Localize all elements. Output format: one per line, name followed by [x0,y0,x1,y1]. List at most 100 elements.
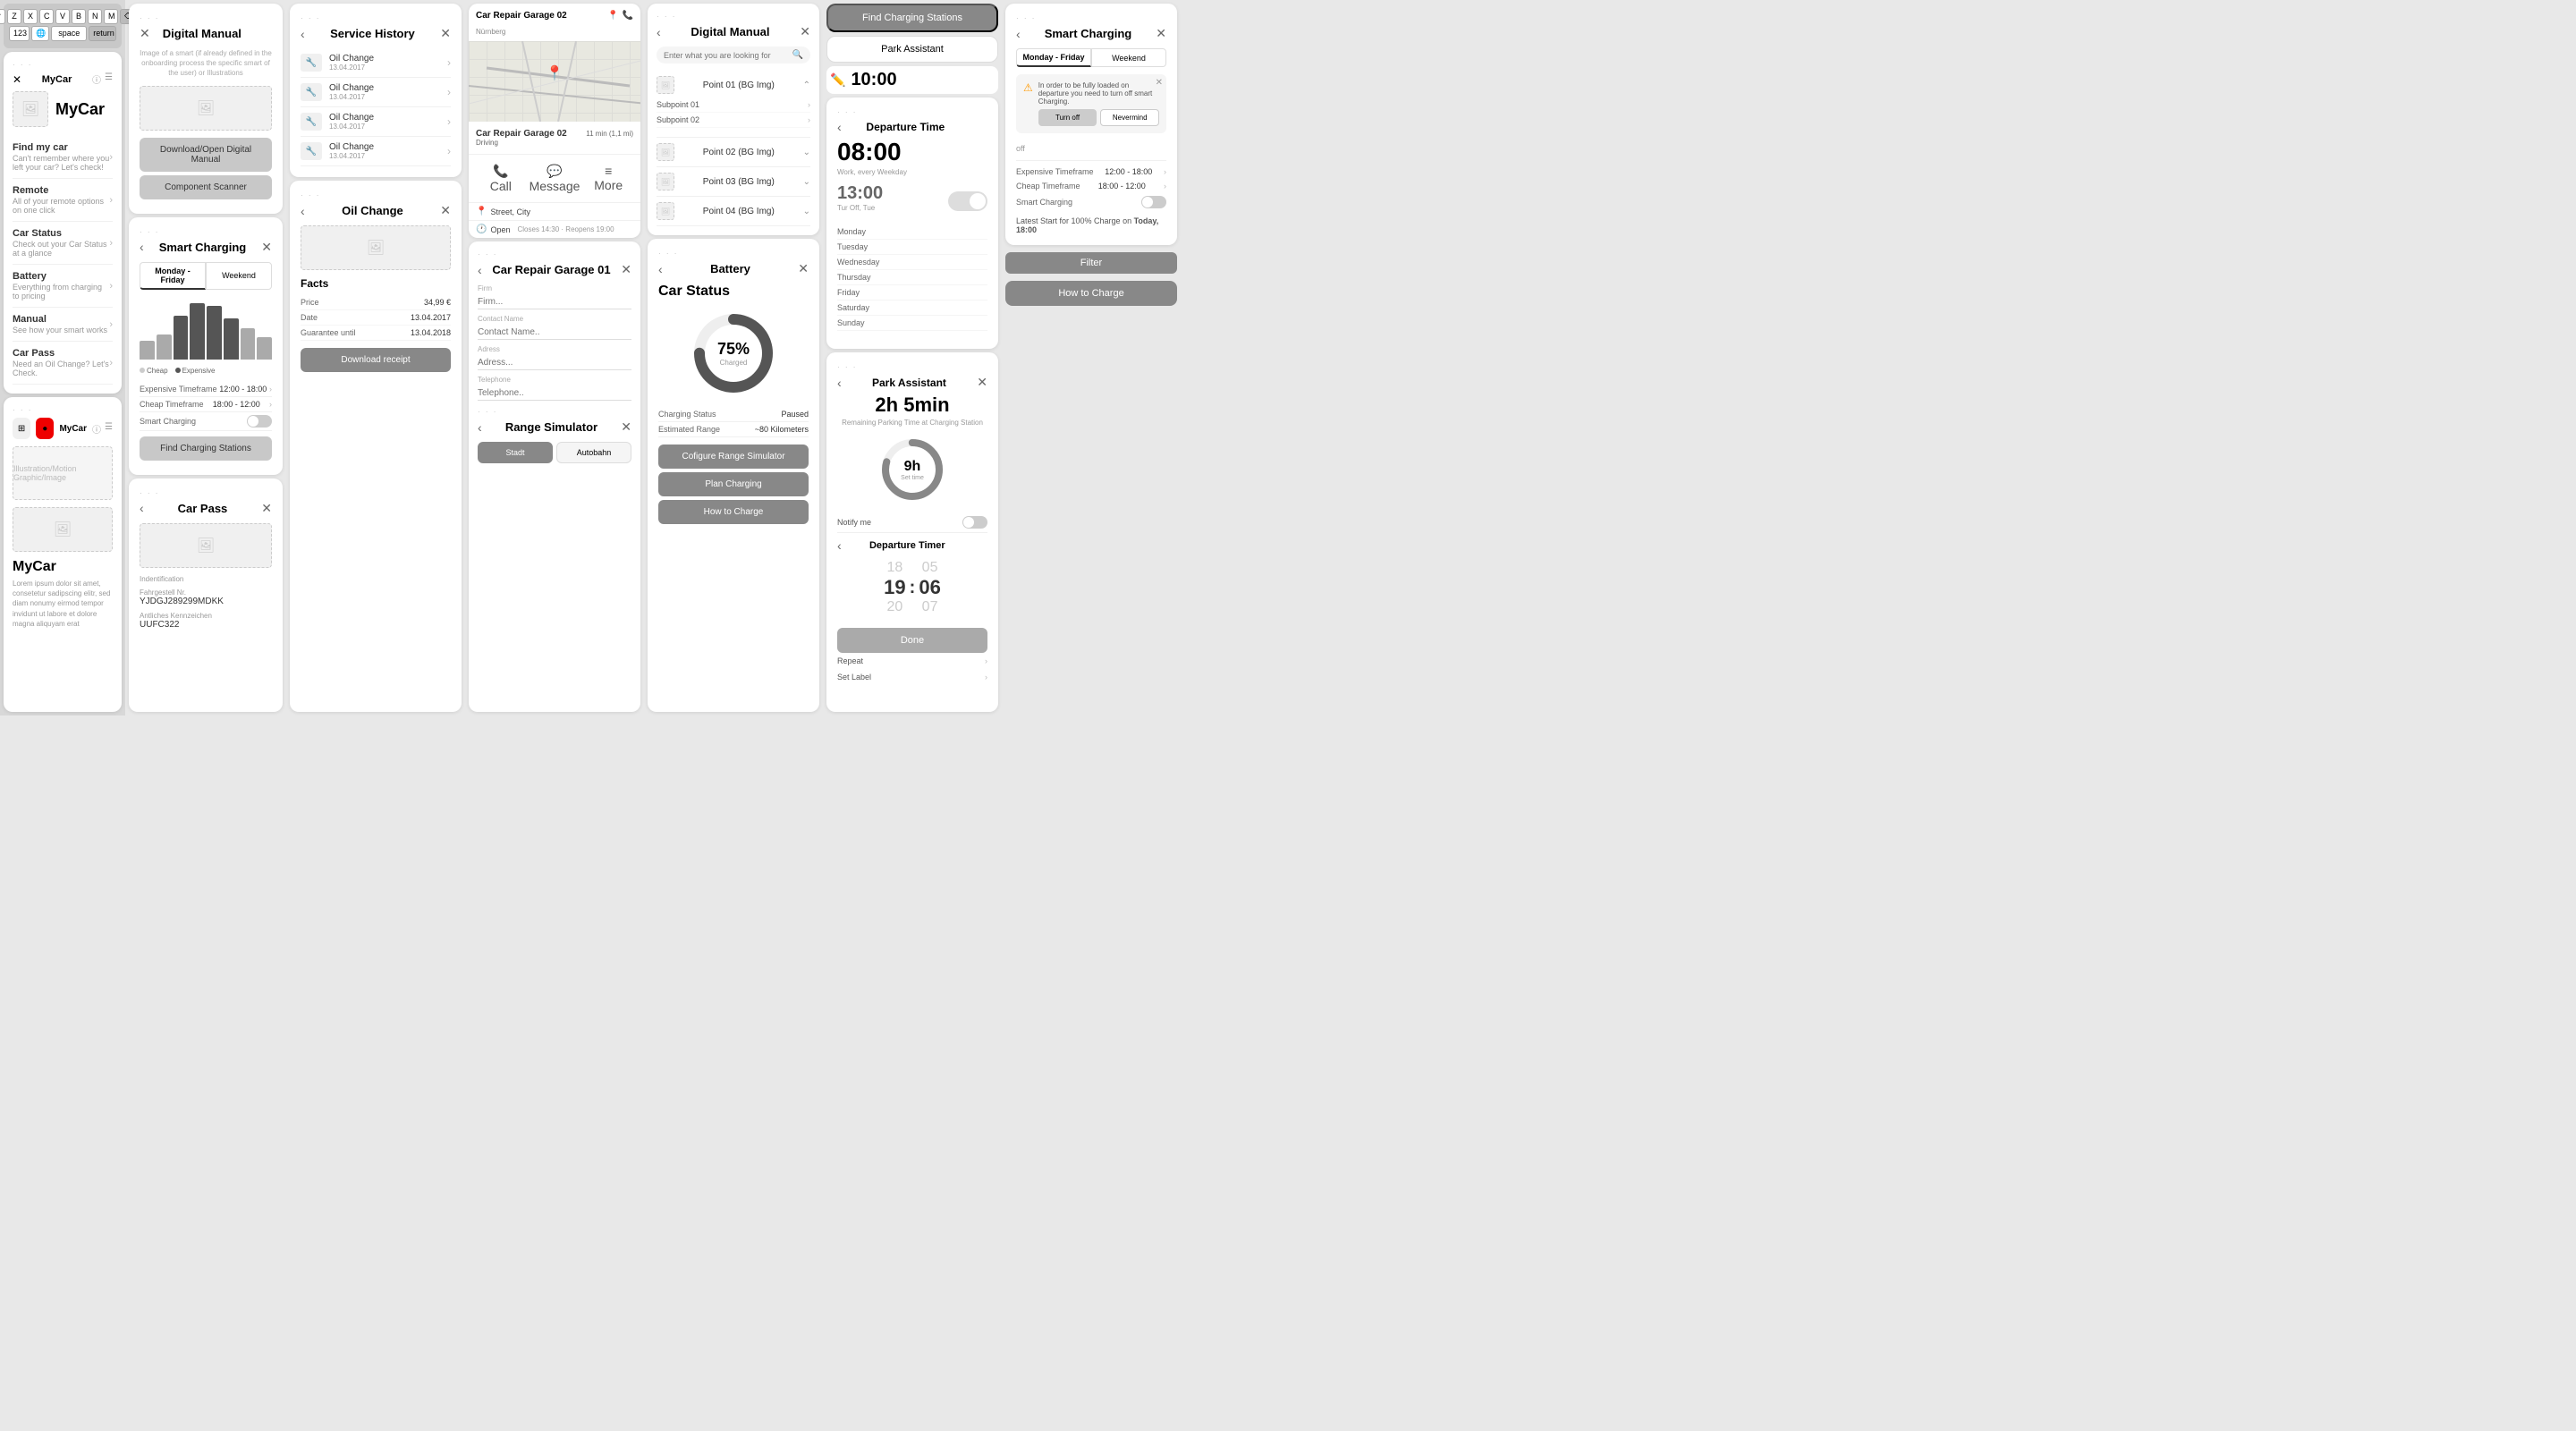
filter-bar[interactable]: Filter [1005,252,1177,274]
cp-back-icon[interactable]: ‹ [140,501,144,515]
key-x[interactable]: X [23,9,38,24]
dm-close-icon[interactable]: ✕ [140,26,150,41]
key-m[interactable]: M [104,9,118,24]
rs-btn-autobahn[interactable]: Autobahn [556,442,631,463]
oc-close-icon[interactable]: ✕ [440,203,451,218]
sh-item-2[interactable]: 🔧 Oil Change 13.04.2017 › [301,78,451,107]
accordion-header-03[interactable]: 🖼 Point 03 (BG Img) ⌄ [657,173,810,191]
rs-back-icon[interactable]: ‹ [478,420,482,435]
call-action[interactable]: 📞 Call [476,160,526,197]
dep-timer-back[interactable]: ‹ [837,538,842,553]
btn-download-receipt[interactable]: Download receipt [301,348,451,372]
key-z[interactable]: Z [7,9,21,24]
app-icon-red[interactable]: ● [36,418,54,439]
sc2-back-icon[interactable]: ‹ [1016,27,1021,41]
key-globe[interactable]: 🌐 [31,26,49,41]
btn-turn-off[interactable]: Turn off [1038,109,1097,126]
key-123[interactable]: 123 [9,26,30,41]
day-sunday[interactable]: Sunday [837,316,987,331]
sc2-tab-weekday[interactable]: Monday - Friday [1016,48,1091,67]
menu-manual[interactable]: Manual See how your smart works › [13,308,113,342]
cr-telephone-input[interactable] [478,386,631,401]
pa-back-icon[interactable]: ‹ [837,376,842,390]
sc2-chevron-1[interactable]: › [1164,167,1166,176]
accordion-header-02[interactable]: 🖼 Point 02 (BG Img) ⌄ [657,143,810,161]
sh-item-3[interactable]: 🔧 Oil Change 13.04.2017 › [301,107,451,137]
cr-close-icon[interactable]: ✕ [621,262,631,277]
btn-range-sim[interactable]: Cofigure Range Simulator [658,445,809,469]
app-icon-grid[interactable]: ⊞ [13,418,30,439]
notify-toggle[interactable] [962,516,987,529]
sc-chevron-2[interactable]: › [269,400,272,409]
menu-car-status[interactable]: Car Status Check out your Car Status at … [13,222,113,265]
info-icon[interactable]: ⓘ [92,72,101,86]
smart-charging-toggle[interactable] [247,415,272,428]
dm2-back-icon[interactable]: ‹ [657,25,661,39]
sh-chevron-3[interactable]: › [447,115,451,128]
key-return[interactable]: return [89,26,116,41]
sh-close-icon[interactable]: ✕ [440,26,451,41]
alert-close-icon[interactable]: ✕ [1156,78,1163,88]
menu-battery[interactable]: Battery Everything from charging to pric… [13,265,113,308]
cr-address-input[interactable] [478,356,631,370]
day-saturday[interactable]: Saturday [837,301,987,316]
menu-car-pass[interactable]: Car Pass Need an Oil Change? Let's Check… [13,342,113,385]
day-wednesday[interactable]: Wednesday [837,255,987,270]
menu-find-car[interactable]: Find my car Can't remember where you lef… [13,136,113,179]
dm2-search-input[interactable] [664,51,789,60]
sh-chevron-4[interactable]: › [447,145,451,157]
btn-find-charging[interactable]: Find Charging Stations [140,436,272,461]
sc-chevron[interactable]: › [269,385,272,394]
btn-find-charging-top[interactable]: Find Charging Stations [826,4,998,32]
btn-download-manual[interactable]: Download/Open Digital Manual [140,138,272,172]
sc2-chevron-2[interactable]: › [1164,182,1166,191]
btn-nevermind[interactable]: Nevermind [1100,109,1159,126]
key-c[interactable]: C [39,9,54,24]
cr-contact-input[interactable] [478,326,631,340]
oc-back-icon[interactable]: ‹ [301,204,305,218]
btn-plan-charging[interactable]: Plan Charging [658,472,809,496]
close-icon[interactable]: ✕ [13,73,21,86]
done-button[interactable]: Done [837,628,987,653]
sc-close-icon[interactable]: ✕ [261,240,272,255]
subpoint-02[interactable]: Subpoint 02 › [657,113,810,128]
sh-item-1[interactable]: 🔧 Oil Change 13.04.2017 › [301,48,451,78]
sc2-close-icon[interactable]: ✕ [1156,26,1166,41]
sc2-tab-weekend[interactable]: Weekend [1091,48,1166,67]
cp-close-icon[interactable]: ✕ [261,501,272,516]
key-b[interactable]: B [72,9,86,24]
pa-close-icon[interactable]: ✕ [977,375,987,390]
pencil-icon[interactable]: ✏️ [830,72,845,88]
tab-weekday[interactable]: Monday - Friday [140,262,206,290]
accordion-header-01[interactable]: 🖼 Point 01 (BG Img) ⌃ [657,76,810,94]
accordion-header-04[interactable]: 🖼 Point 04 (BG Img) ⌄ [657,202,810,220]
more-action[interactable]: ≡ More [583,160,633,197]
sh-chevron-1[interactable]: › [447,56,451,69]
day-tuesday[interactable]: Tuesday [837,240,987,255]
rs-close-icon[interactable]: ✕ [621,419,631,435]
day-friday[interactable]: Friday [837,285,987,301]
menu-icon-2[interactable]: ☰ [105,422,113,436]
btn-how-to-charge[interactable]: How to Charge [658,500,809,524]
big-toggle-13[interactable] [948,191,987,211]
message-action[interactable]: 💬 Message [526,160,584,197]
day-thursday[interactable]: Thursday [837,270,987,285]
cr-firm-input[interactable] [478,295,631,309]
sh-chevron-2[interactable]: › [447,86,451,98]
key-shift[interactable]: ⬆ [0,9,5,24]
menu-remote[interactable]: Remote All of your remote options on one… [13,179,113,222]
info-icon-2[interactable]: ⓘ [92,422,101,436]
how-to-charge-btn[interactable]: How to Charge [1005,281,1177,306]
dt-back-icon[interactable]: ‹ [837,120,842,134]
sc-back-icon[interactable]: ‹ [140,240,144,254]
sh-item-4[interactable]: 🔧 Oil Change 13.04.2017 › [301,137,451,166]
tab-weekend[interactable]: Weekend [206,262,272,290]
menu-icon[interactable]: ☰ [105,72,113,86]
day-monday[interactable]: Monday [837,224,987,240]
set-label-chevron[interactable]: › [985,673,987,682]
bat-close-icon[interactable]: ✕ [798,261,809,276]
cr-back-icon[interactable]: ‹ [478,263,482,277]
key-space[interactable]: space [51,26,87,41]
btn-park-assistant-top[interactable]: Park Assistant [826,36,998,63]
sc2-toggle[interactable] [1141,196,1166,208]
